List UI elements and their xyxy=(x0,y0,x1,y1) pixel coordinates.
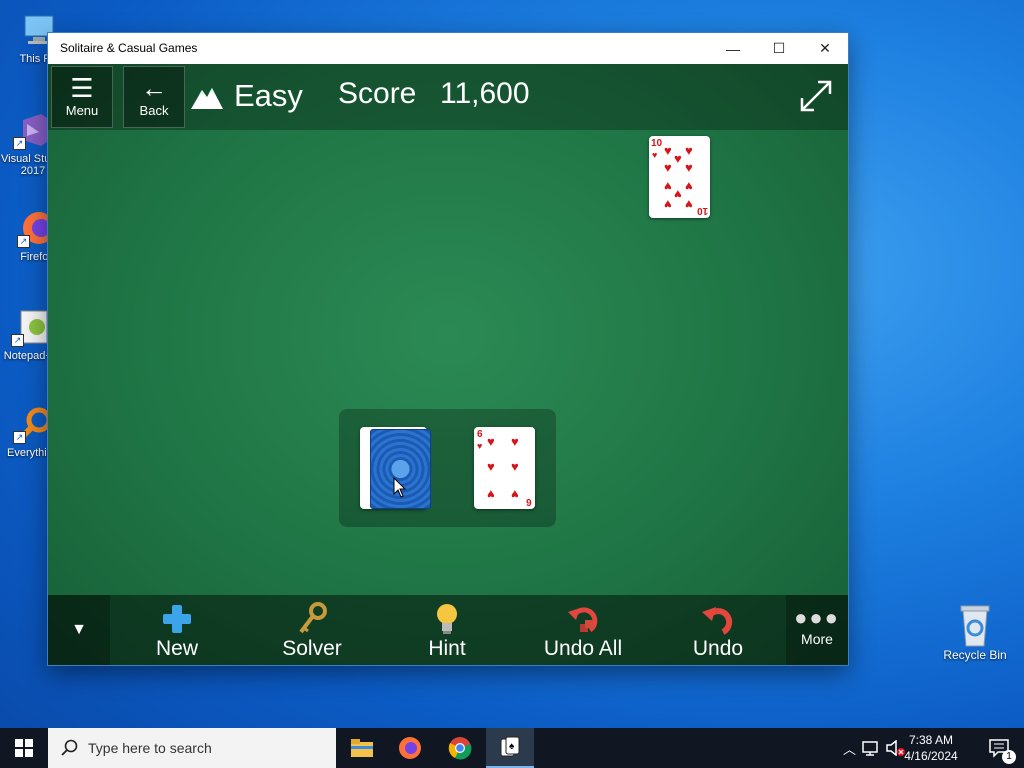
more-dots-icon: ●●● xyxy=(794,605,840,630)
more-button[interactable]: ●●● More xyxy=(786,595,848,665)
svg-text:♠: ♠ xyxy=(509,741,515,752)
notepadpp-icon: ↗ xyxy=(11,307,51,347)
action-center-button[interactable]: 1 xyxy=(988,738,1016,764)
taskbar-solitaire[interactable]: ♠ xyxy=(486,728,534,768)
firefox-icon xyxy=(399,737,421,759)
stock-pile[interactable] xyxy=(360,427,433,509)
undo-all-label: Undo All xyxy=(543,637,623,660)
taskbar-file-explorer[interactable] xyxy=(338,728,386,768)
solver-button[interactable]: Solver xyxy=(257,595,367,665)
clock-date: 4/16/2024 xyxy=(904,749,958,763)
back-label: Back xyxy=(139,103,169,118)
heart-icon: ♥ xyxy=(664,143,672,158)
new-label: New xyxy=(155,637,198,660)
card-six-of-hearts[interactable]: 6 ♥ ♥ ♥ ♥ ♥ ♥ ♥ 6 xyxy=(474,427,535,509)
menu-button[interactable]: ☰ Menu xyxy=(51,66,113,128)
score-label: Score xyxy=(338,77,417,110)
back-arrow-icon: ← xyxy=(141,73,167,103)
mouse-cursor-icon xyxy=(393,477,407,498)
fullscreen-icon[interactable] xyxy=(798,78,834,114)
taskbar: Type here to search ♠ ︿ 7:38 AM 4/16/202… xyxy=(0,728,1024,768)
window-title: Solitaire & Casual Games xyxy=(60,41,198,55)
undo-button[interactable]: Undo xyxy=(663,595,773,665)
card-rank: 6 xyxy=(477,429,483,440)
clock-time: 7:38 AM xyxy=(908,733,954,747)
heart-icon: ♥ xyxy=(664,179,672,194)
taskbar-chrome[interactable] xyxy=(436,728,484,768)
taskbar-firefox[interactable] xyxy=(386,728,434,768)
card-ten-of-hearts[interactable]: 10 ♥ ♥ ♥ ♥ ♥ ♥ ♥ ♥ ♥ ♥ ♥ 10 xyxy=(649,136,710,218)
heart-icon: ♥ xyxy=(685,179,693,194)
game-toolbar: ▼ New Solver Hint Undo All Undo ●●● More xyxy=(48,595,848,665)
card-rank: 6 xyxy=(526,496,532,507)
undo-icon xyxy=(663,601,773,637)
desktop-icon-label: Recycle Bin xyxy=(943,648,1007,662)
solver-label: Solver xyxy=(282,637,342,660)
chevron-up-icon[interactable]: ︿ xyxy=(843,739,856,758)
solitaire-window: Solitaire & Casual Games — ☐ ✕ ☰ Menu ← … xyxy=(48,33,848,665)
network-icon[interactable] xyxy=(862,740,880,756)
search-placeholder: Type here to search xyxy=(88,740,212,756)
notification-badge: 1 xyxy=(1002,750,1016,764)
solitaire-cards-icon: ♠ xyxy=(500,736,520,757)
heart-icon: ♥ xyxy=(685,197,693,212)
heart-icon: ♥ xyxy=(664,160,672,175)
search-icon xyxy=(61,739,78,756)
card-rank: 10 xyxy=(696,205,708,216)
heart-icon: ♥ xyxy=(511,434,519,449)
heart-icon: ♥ xyxy=(674,151,682,166)
chrome-icon xyxy=(448,737,472,760)
windows-logo-icon xyxy=(15,739,33,757)
new-game-button[interactable]: New xyxy=(122,595,232,665)
heart-icon: ♥ xyxy=(477,441,483,451)
heart-icon: ♥ xyxy=(664,197,672,212)
menu-label: Menu xyxy=(65,103,99,118)
close-button[interactable]: ✕ xyxy=(802,33,848,64)
heart-icon: ♥ xyxy=(487,459,495,474)
recycle-bin-icon xyxy=(940,602,1010,648)
hint-button[interactable]: Hint xyxy=(392,595,502,665)
chevron-down-icon: ▼ xyxy=(71,621,87,638)
card-rank: 10 xyxy=(651,138,663,149)
mountain-icon xyxy=(191,88,223,109)
folder-icon xyxy=(351,739,373,757)
desktop-icon-recycle-bin[interactable]: Recycle Bin xyxy=(940,602,1010,662)
plus-icon xyxy=(122,601,232,637)
heart-icon: ♥ xyxy=(487,487,495,502)
shortcut-arrow-icon: ↗ xyxy=(11,334,24,347)
game-area: ☰ Menu ← Back Easy Score 11,600 10 ♥ ♥ ♥… xyxy=(48,64,848,665)
magnifier-icon: ↗ xyxy=(13,404,53,444)
game-header: ☰ Menu ← Back Easy Score 11,600 xyxy=(48,64,848,130)
score-value: 11,600 xyxy=(440,77,530,110)
hamburger-icon: ☰ xyxy=(70,73,94,103)
undo-all-icon xyxy=(528,601,638,637)
heart-icon: ♥ xyxy=(511,487,519,502)
heart-icon: ♥ xyxy=(685,160,693,175)
shortcut-arrow-icon: ↗ xyxy=(17,235,30,248)
more-label: More xyxy=(801,631,833,647)
heart-icon: ♥ xyxy=(652,150,658,160)
heart-icon: ♥ xyxy=(487,434,495,449)
taskbar-search-box[interactable]: Type here to search xyxy=(48,728,336,768)
undo-all-button[interactable]: Undo All xyxy=(528,595,638,665)
taskbar-clock[interactable]: 7:38 AM 4/16/2024 xyxy=(896,732,966,764)
undo-label: Undo xyxy=(692,637,744,660)
key-icon xyxy=(257,601,367,637)
lightbulb-icon xyxy=(392,601,502,637)
heart-icon: ♥ xyxy=(674,187,682,202)
shortcut-arrow-icon: ↗ xyxy=(13,137,26,150)
difficulty-label: Easy xyxy=(234,78,303,113)
heart-icon: ♥ xyxy=(511,459,519,474)
shortcut-arrow-icon: ↗ xyxy=(13,431,26,444)
back-button[interactable]: ← Back xyxy=(123,66,185,128)
heart-icon: ♥ xyxy=(685,143,693,158)
title-bar[interactable]: Solitaire & Casual Games — ☐ ✕ xyxy=(48,33,848,64)
maximize-button[interactable]: ☐ xyxy=(756,33,802,64)
minimize-button[interactable]: — xyxy=(710,33,756,64)
start-button[interactable] xyxy=(0,728,48,768)
visual-studio-icon: ↗ xyxy=(13,110,53,150)
hint-label: Hint xyxy=(428,637,466,660)
collapse-toolbar-button[interactable]: ▼ xyxy=(48,595,110,665)
